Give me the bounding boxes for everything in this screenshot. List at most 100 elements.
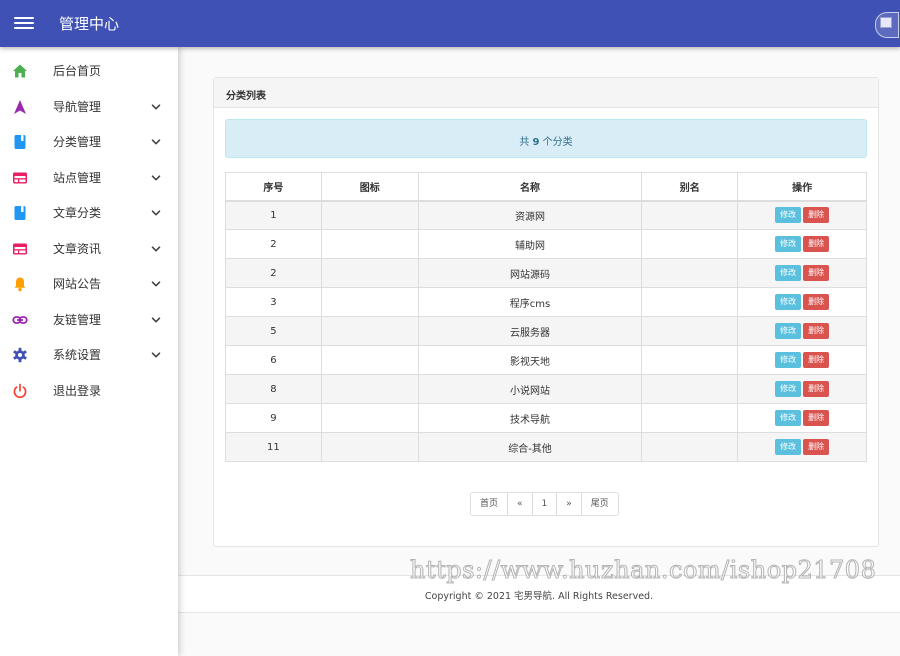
edit-button[interactable]: 修改 — [775, 236, 802, 252]
chevron-down-icon[interactable] — [150, 240, 162, 252]
cell-icon — [320, 374, 419, 404]
notice-prefix: 共 — [519, 137, 533, 148]
sidebar-item-label: 文章分类 — [53, 206, 102, 220]
book-icon — [12, 205, 28, 221]
delete-button[interactable]: 删除 — [803, 323, 830, 339]
cell-icon — [320, 316, 419, 346]
delete-button[interactable]: 删除 — [803, 381, 830, 397]
edit-button[interactable]: 修改 — [775, 265, 802, 281]
pagination-page-1[interactable]: 1 — [531, 493, 557, 515]
cell-id: 8 — [225, 374, 322, 404]
category-count-notice: 共 9 个分类 — [225, 119, 867, 158]
edit-button[interactable]: 修改 — [775, 410, 802, 426]
cell-icon — [320, 229, 419, 259]
table-row: 6 影视天地 修改 删除 — [225, 345, 867, 375]
table-row: 1 资源网 修改 删除 — [225, 200, 867, 230]
cell-name: 程序cms — [417, 287, 643, 317]
cell-id: 2 — [225, 229, 322, 259]
sidebar-item-label: 后台首页 — [53, 64, 102, 78]
edit-button[interactable]: 修改 — [775, 323, 802, 339]
table-row: 3 程序cms 修改 删除 — [225, 287, 867, 317]
cell-icon — [320, 200, 419, 230]
user-avatar[interactable] — [875, 12, 899, 38]
chevron-down-icon[interactable] — [150, 275, 162, 287]
chevron-down-icon[interactable] — [150, 346, 162, 358]
sidebar-item-6[interactable]: 文章资讯 — [0, 231, 178, 266]
chevron-down-icon[interactable] — [150, 133, 162, 145]
cell-actions: 修改 删除 — [737, 403, 867, 433]
cell-actions: 修改 删除 — [737, 287, 867, 317]
sidebar-item-10[interactable]: 退出登录 — [0, 373, 178, 408]
edit-button[interactable]: 修改 — [775, 439, 802, 455]
panel-title: 分类列表 — [214, 78, 878, 108]
sidebar-item-4[interactable]: 站点管理 — [0, 160, 178, 195]
column-header-name[interactable]: 名称 — [417, 172, 643, 202]
column-header-alias[interactable]: 别名 — [641, 172, 739, 202]
column-header-id[interactable]: 序号 — [225, 172, 322, 202]
cell-actions: 修改 删除 — [737, 345, 867, 375]
edit-button[interactable]: 修改 — [775, 207, 802, 224]
sidebar-item-7[interactable]: 网站公告 — [0, 266, 178, 301]
sidebar-item-8[interactable]: 友链管理 — [0, 302, 178, 337]
cell-icon — [320, 287, 419, 317]
bell-icon — [12, 276, 28, 292]
cell-name: 技术导航 — [417, 403, 643, 433]
delete-button[interactable]: 删除 — [803, 265, 830, 281]
cell-icon — [320, 403, 419, 433]
pagination-first[interactable]: 首页 — [471, 493, 508, 515]
cell-alias — [641, 200, 739, 230]
pagination-prev[interactable]: « — [507, 493, 532, 515]
edit-button[interactable]: 修改 — [775, 352, 802, 368]
cell-id: 6 — [225, 345, 322, 375]
table-row: 11 综合-其他 修改 删除 — [225, 432, 867, 462]
edit-button[interactable]: 修改 — [775, 294, 802, 310]
delete-button[interactable]: 删除 — [803, 439, 830, 455]
cell-icon — [320, 345, 419, 375]
sidebar-item-5[interactable]: 文章分类 — [0, 195, 178, 230]
cell-name: 综合-其他 — [417, 432, 643, 462]
home-icon — [12, 63, 28, 79]
cell-name: 网站源码 — [417, 258, 643, 288]
sidebar-item-9[interactable]: 系统设置 — [0, 337, 178, 372]
top-app-bar: 管理中心 — [0, 0, 900, 47]
web-icon — [12, 241, 28, 257]
sidebar-item-2[interactable]: 导航管理 — [0, 89, 178, 124]
cell-id: 2 — [225, 258, 322, 288]
cell-id: 9 — [225, 403, 322, 433]
copyright-text: Copyright © 2021 宅男导航. All Rights Reserv… — [424, 591, 654, 602]
sidebar-item-label: 友链管理 — [53, 312, 102, 327]
table-row: 8 小说网站 修改 删除 — [225, 374, 867, 404]
cell-alias — [641, 316, 739, 346]
chevron-down-icon[interactable] — [150, 169, 162, 181]
cell-name: 云服务器 — [417, 316, 643, 346]
edit-button[interactable]: 修改 — [775, 381, 802, 397]
pagination-last[interactable]: 尾页 — [580, 493, 618, 515]
table-row: 2 网站源码 修改 删除 — [225, 258, 867, 288]
table-row: 9 技术导航 修改 删除 — [225, 403, 867, 433]
chevron-down-icon[interactable] — [150, 311, 162, 323]
chevron-down-icon[interactable] — [150, 204, 162, 216]
cell-alias — [641, 345, 739, 375]
navigation-arrow-icon — [12, 99, 28, 115]
delete-button[interactable]: 删除 — [803, 352, 830, 368]
sidebar-item-label: 站点管理 — [53, 170, 102, 185]
delete-button[interactable]: 删除 — [803, 236, 830, 252]
table-row: 5 云服务器 修改 删除 — [225, 316, 867, 346]
delete-button[interactable]: 删除 — [803, 410, 830, 426]
pagination-next[interactable]: » — [556, 493, 581, 515]
sidebar-item-1[interactable]: 后台首页 — [0, 53, 178, 88]
hamburger-menu-icon[interactable] — [14, 14, 34, 32]
category-table: 序号 图标 名称 别名 操作 1 资源网 修改 删除 2 辅助网 修改 删除 2 网站源码 修改 删除… — [225, 172, 867, 462]
delete-button[interactable]: 删除 — [803, 207, 830, 224]
watermark-text: https://www.huzhan.com/ishop21708 — [409, 556, 877, 585]
sidebar-item-label: 网站公告 — [53, 277, 102, 291]
app-title: 管理中心 — [59, 15, 120, 33]
column-header-icon[interactable]: 图标 — [320, 172, 419, 202]
cell-icon — [320, 258, 419, 288]
chevron-down-icon[interactable] — [150, 98, 162, 110]
pagination: 首页 « 1 » 尾页 — [470, 492, 619, 516]
sidebar-item-label: 导航管理 — [53, 99, 102, 114]
cell-name: 影视天地 — [417, 345, 643, 375]
delete-button[interactable]: 删除 — [803, 294, 830, 310]
sidebar-item-3[interactable]: 分类管理 — [0, 124, 178, 159]
